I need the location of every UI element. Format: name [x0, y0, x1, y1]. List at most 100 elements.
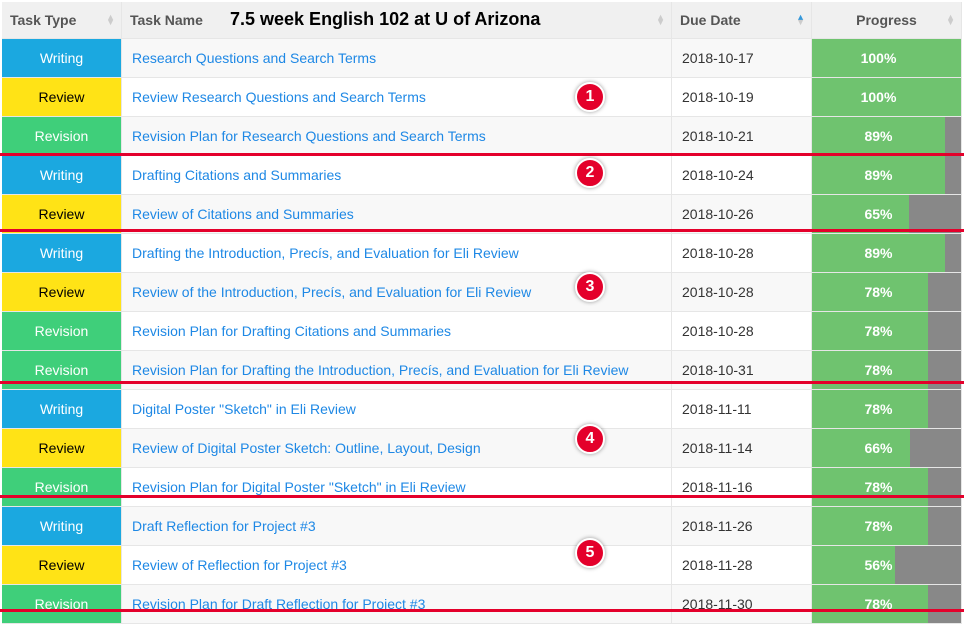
task-name-cell: Revision Plan for Digital Poster "Sketch…	[122, 468, 672, 507]
task-type-badge: Writing	[2, 234, 121, 272]
task-name-cell: Review of the Introduction, Precís, and …	[122, 273, 672, 312]
progress-cell: 65%	[812, 195, 962, 234]
task-type-badge: Review	[2, 78, 121, 116]
progress-cell: 78%	[812, 468, 962, 507]
table-row: RevisionRevision Plan for Digital Poster…	[2, 468, 962, 507]
due-date-cell: 2018-10-19	[672, 78, 812, 117]
task-name-link[interactable]: Drafting the Introduction, Precís, and E…	[132, 245, 519, 261]
progress-label: 89%	[804, 167, 953, 183]
progress-label: 100%	[804, 89, 953, 105]
task-name-cell: Drafting the Introduction, Precís, and E…	[122, 234, 672, 273]
header-progress[interactable]: Progress ▲▼	[812, 2, 962, 39]
task-name-link[interactable]: Revision Plan for Drafting Citations and…	[132, 323, 451, 339]
task-name-link[interactable]: Review of the Introduction, Precís, and …	[132, 284, 531, 300]
task-name-cell: Revision Plan for Drafting the Introduct…	[122, 351, 672, 390]
task-name-link[interactable]: Digital Poster "Sketch" in Eli Review	[132, 401, 356, 417]
task-name-link[interactable]: Review of Citations and Summaries	[132, 206, 354, 222]
task-type-badge: Writing	[2, 507, 121, 545]
progress-bar: 78%	[812, 585, 961, 623]
progress-bar: 78%	[812, 312, 961, 350]
due-date-cell: 2018-10-24	[672, 156, 812, 195]
task-name-link[interactable]: Draft Reflection for Project #3	[132, 518, 316, 534]
sort-progress[interactable]: ▲▼	[946, 15, 955, 25]
progress-bar: 89%	[812, 117, 961, 155]
task-name-cell: Digital Poster "Sketch" in Eli Review	[122, 390, 672, 429]
progress-label: 78%	[804, 596, 953, 612]
task-type-badge: Revision	[2, 117, 121, 155]
table-row: Revision Revision Plan for Research Quest…	[2, 117, 962, 156]
task-name-link[interactable]: Review of Digital Poster Sketch: Outline…	[132, 440, 481, 456]
due-date-cell: 2018-10-28	[672, 234, 812, 273]
header-task-type-label: Task Type	[10, 12, 76, 28]
due-date-cell: 2018-11-30	[672, 585, 812, 624]
progress-label: 65%	[804, 206, 953, 222]
task-name-link[interactable]: Research Questions and Search Terms	[132, 50, 376, 66]
progress-cell: 66%	[812, 429, 962, 468]
header-task-name[interactable]: Task Name ▲▼	[122, 2, 672, 39]
task-type-badge: Revision	[2, 585, 121, 623]
task-name-link[interactable]: Revision Plan for Draft Reflection for P…	[132, 596, 425, 612]
progress-bar: 66%	[812, 429, 961, 467]
table-row: Revision Revision Plan for Draft Reflecti…	[2, 585, 962, 624]
task-type-cell: Revision	[2, 585, 122, 624]
task-type-badge: Writing	[2, 156, 121, 194]
progress-cell: 100%	[812, 39, 962, 78]
progress-bar: 78%	[812, 468, 961, 506]
progress-label: 100%	[804, 50, 953, 66]
progress-bar: 89%	[812, 156, 961, 194]
progress-label: 78%	[804, 284, 953, 300]
task-name-link[interactable]: Drafting Citations and Summaries	[132, 167, 341, 183]
progress-label: 66%	[804, 440, 953, 456]
table-row: Writing Digital Poster "Sketch" in Eli Re…	[2, 390, 962, 429]
task-name-cell: Research Questions and Search Terms	[122, 39, 672, 78]
table-row: Review Review Research Questions and Sear…	[2, 78, 962, 117]
table-row: Review Review of Citations and Summaries 2…	[2, 195, 962, 234]
task-name-cell: Review of Digital Poster Sketch: Outline…	[122, 429, 672, 468]
task-type-badge: Writing	[2, 39, 121, 77]
task-type-cell: Review	[2, 546, 122, 585]
task-name-cell: Draft Reflection for Project #3	[122, 507, 672, 546]
task-type-badge: Revision	[2, 351, 121, 389]
task-type-badge: Writing	[2, 390, 121, 428]
task-name-cell: Revision Plan for Research Questions and…	[122, 117, 672, 156]
progress-cell: 78%	[812, 273, 962, 312]
task-name-link[interactable]: Revision Plan for Research Questions and…	[132, 128, 486, 144]
header-due-date-label: Due Date	[680, 12, 741, 28]
sort-due[interactable]: ▲▼	[796, 15, 805, 25]
progress-bar: 100%	[812, 39, 961, 77]
progress-bar: 56%	[812, 546, 961, 584]
due-date-cell: 2018-10-26	[672, 195, 812, 234]
task-name-link[interactable]: Revision Plan for Drafting the Introduct…	[132, 362, 628, 378]
task-name-link[interactable]: Review of Reflection for Project #3	[132, 557, 347, 573]
due-date-cell: 2018-11-14	[672, 429, 812, 468]
task-type-badge: Review	[2, 429, 121, 467]
progress-label: 78%	[804, 401, 953, 417]
header-row: Task Type ▲▼ Task Name ▲▼ Due Date ▲▼ Pr…	[2, 2, 962, 39]
header-task-type[interactable]: Task Type ▲▼	[2, 2, 122, 39]
header-due-date[interactable]: Due Date ▲▼	[672, 2, 812, 39]
progress-bar: 65%	[812, 195, 961, 233]
task-table-body: Writing Research Questions and Search Ter…	[2, 39, 962, 624]
task-type-badge: Review	[2, 195, 121, 233]
progress-label: 78%	[804, 479, 953, 495]
task-name-link[interactable]: Review Research Questions and Search Ter…	[132, 89, 426, 105]
task-name-link[interactable]: Revision Plan for Digital Poster "Sketch…	[132, 479, 466, 495]
progress-cell: 78%	[812, 390, 962, 429]
task-type-cell: Writing	[2, 156, 122, 195]
due-date-cell: 2018-10-17	[672, 39, 812, 78]
progress-label: 89%	[804, 128, 953, 144]
sort-type[interactable]: ▲▼	[106, 15, 115, 25]
task-type-cell: Writing	[2, 39, 122, 78]
task-name-cell: Revision Plan for Drafting Citations and…	[122, 312, 672, 351]
task-type-badge: Review	[2, 273, 121, 311]
progress-cell: 78%	[812, 507, 962, 546]
progress-cell: 78%	[812, 585, 962, 624]
task-table: Task Type ▲▼ Task Name ▲▼ Due Date ▲▼ Pr…	[2, 2, 962, 624]
due-date-cell: 2018-10-28	[672, 273, 812, 312]
table-row: Writing Research Questions and Search Ter…	[2, 39, 962, 78]
task-type-cell: Writing	[2, 390, 122, 429]
progress-bar: 78%	[812, 351, 961, 389]
progress-cell: 78%	[812, 351, 962, 390]
sort-name[interactable]: ▲▼	[656, 15, 665, 25]
task-type-cell: Revision	[2, 351, 122, 390]
